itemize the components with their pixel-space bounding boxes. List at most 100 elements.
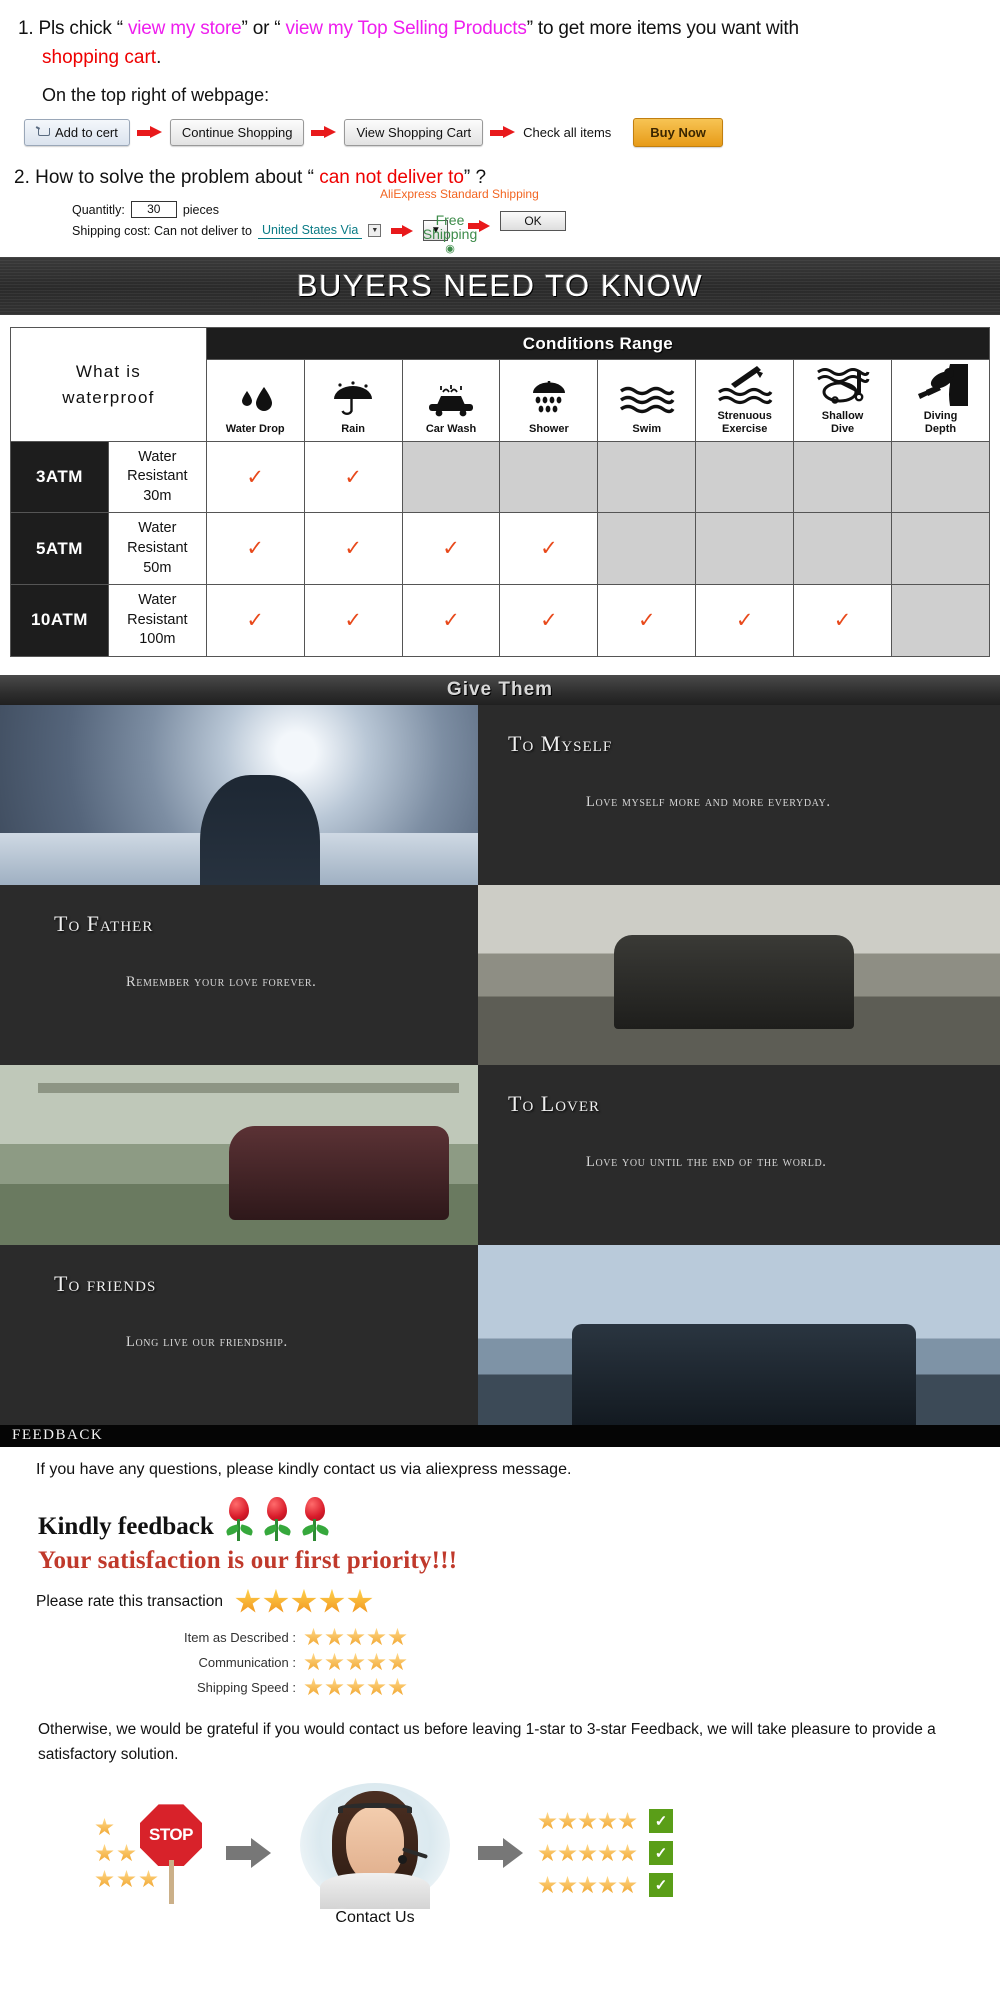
star-icon (95, 1869, 114, 1888)
star-icon[interactable] (367, 1652, 386, 1671)
quantity-label: Quantitly: (72, 202, 125, 217)
check-cell: ✓ (303, 584, 403, 657)
check-mark-icon: ✓ (246, 536, 265, 561)
check-mark-icon: ✓ (344, 464, 362, 489)
view-shopping-cart-button[interactable]: View Shopping Cart (344, 119, 484, 147)
five-star-row: ✓ (538, 1809, 673, 1834)
check-cell-disabled (891, 584, 990, 657)
resistance-line-2: 50m (143, 559, 172, 576)
give-them-row-3: To Lover Love you until the end of the w… (0, 1064, 1000, 1245)
checkout-flow-buttons: Add to cert Continue Shopping View Shopp… (0, 106, 1000, 148)
instruction-1-prefix: 1. Pls chick “ (18, 18, 128, 39)
arrow-right-icon (226, 1838, 272, 1869)
continue-shopping-button[interactable]: Continue Shopping (169, 119, 305, 147)
kindly-feedback-row: Kindly feedback (0, 1479, 1000, 1541)
shopping-cart-text: shopping cart (42, 47, 157, 69)
check-cell: ✓ (695, 584, 795, 657)
radio-selected-icon[interactable]: ◉ (415, 244, 485, 255)
rating-stars[interactable] (235, 1588, 373, 1615)
check-cell: ✓ (597, 584, 697, 657)
buy-now-label: Buy Now (650, 125, 706, 141)
check-cell-disabled (695, 512, 795, 586)
star-icon[interactable] (388, 1652, 407, 1671)
green-check-icon: ✓ (649, 1809, 673, 1834)
condition-label: Diving Depth (923, 410, 958, 436)
criteria-stars[interactable] (304, 1627, 407, 1647)
quantity-input[interactable]: 30 (130, 201, 177, 219)
contact-us-agent[interactable]: Contact Us (286, 1783, 464, 1926)
star-icon[interactable] (325, 1627, 344, 1646)
star-icon[interactable] (388, 1677, 407, 1696)
star-icon[interactable] (291, 1588, 317, 1613)
check-mark-icon: ✓ (442, 536, 460, 561)
condition-label: Swim (632, 423, 662, 436)
star-icon[interactable] (325, 1652, 344, 1671)
star-icon[interactable] (263, 1588, 289, 1613)
destination-link[interactable]: United States Via (257, 223, 363, 239)
buy-now-button[interactable]: Buy Now (633, 118, 723, 148)
star-icon[interactable] (347, 1588, 373, 1613)
pieces-label: pieces (182, 202, 219, 217)
check-cell-disabled (597, 512, 697, 586)
feedback-flow-diagram: STOP Contact Us ✓ ✓ ✓ (0, 1767, 1000, 1937)
umbrella-rain-icon (307, 377, 400, 419)
instructions-section: 1. Pls chick “ view my store” or “ view … (0, 0, 1000, 258)
car-wash-icon (405, 377, 498, 419)
contact-us-label[interactable]: Contact Us (286, 1909, 464, 1927)
panel-body: Remember your love forever. (126, 973, 317, 990)
star-icon[interactable] (325, 1677, 344, 1696)
give-them-title: Give Them (446, 678, 554, 700)
stop-text: STOP (149, 1825, 193, 1845)
criteria-label: Communication : (198, 1654, 296, 1670)
conditions-range-header: Conditions Range (205, 327, 991, 361)
green-check-icon: ✓ (649, 1841, 673, 1866)
feedback-section: If you have any questions, please kindly… (0, 1446, 1000, 1938)
ok-button[interactable]: OK (500, 211, 566, 232)
check-cell: ✓ (793, 584, 893, 657)
star-icon[interactable] (346, 1652, 365, 1671)
shipping-cost-row: Shipping cost: Can not deliver to United… (72, 220, 449, 242)
check-cell: ✓ (499, 512, 599, 586)
criteria-row-item-as-described: Item as Described : (0, 1625, 1000, 1650)
star-icon[interactable] (235, 1588, 261, 1613)
shipping-example-block: Quantitly: 30 pieces Shipping cost: Can … (0, 187, 1000, 255)
criteria-stars[interactable] (304, 1652, 407, 1672)
five-stars (538, 1843, 637, 1863)
swim-waves-icon (600, 377, 693, 419)
star-icon (598, 1811, 617, 1830)
buyers-need-to-know-banner: BUYERS NEED TO KNOW (0, 257, 1000, 316)
star-icon (578, 1875, 597, 1894)
star-icon[interactable] (304, 1677, 323, 1696)
five-star-row: ✓ (538, 1841, 673, 1866)
atm-rating-cell: 3ATM (10, 440, 109, 514)
star-icon (578, 1843, 597, 1862)
rose-icon (300, 1496, 330, 1541)
add-to-cart-button[interactable]: Add to cert (24, 119, 130, 147)
whatis-line-1: What is (75, 362, 141, 382)
star-icon[interactable] (304, 1652, 323, 1671)
continue-shopping-label: Continue Shopping (181, 125, 293, 141)
star-icon[interactable] (304, 1627, 323, 1646)
instruction-2-suffix: ” ? (463, 167, 487, 189)
star-icon[interactable] (388, 1627, 407, 1646)
table-header-row: What is waterproof Conditions Range (10, 327, 991, 442)
give-them-row-1: To Myself Love myself more and more ever… (0, 704, 1000, 885)
criteria-label: Item as Described : (184, 1629, 296, 1645)
arrow-right-icon (136, 126, 163, 139)
star-icon[interactable] (367, 1677, 386, 1696)
star-icon[interactable] (346, 1627, 365, 1646)
rate-transaction-label: Please rate this transaction (36, 1592, 223, 1610)
criteria-stars[interactable] (304, 1677, 407, 1697)
star-icon[interactable] (367, 1627, 386, 1646)
view-top-selling-link[interactable]: view my Top Selling Products (286, 18, 527, 39)
five-star-row: ✓ (538, 1873, 673, 1898)
view-my-store-link[interactable]: view my store (128, 18, 242, 39)
country-dropdown-small[interactable]: ▼ (368, 224, 382, 238)
star-icon[interactable] (319, 1588, 345, 1613)
star-icon[interactable] (346, 1677, 365, 1696)
banner-title: BUYERS NEED TO KNOW (296, 268, 704, 304)
panel-to-father: To Father Remember your love forever. (0, 884, 478, 1065)
water-resistance-cell: Water Resistant 100m (107, 584, 207, 657)
satisfaction-slogan: Your satisfaction is our first priority!… (38, 1546, 458, 1574)
condition-cell-diving-depth: Diving Depth (891, 359, 990, 442)
